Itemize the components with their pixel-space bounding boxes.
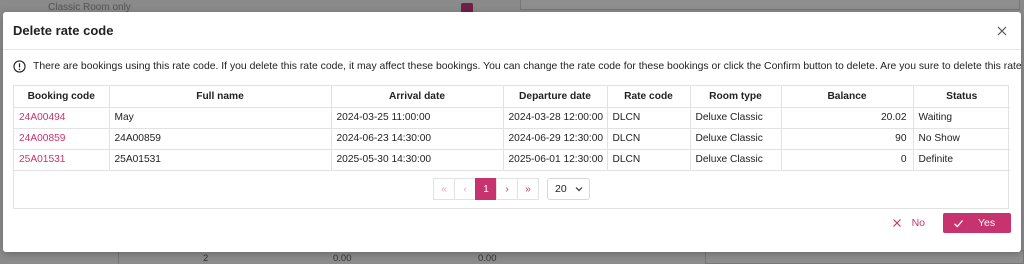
column-header-departure-date[interactable]: Departure date xyxy=(503,86,608,108)
no-button-label: No xyxy=(911,217,925,229)
table-header-row: Booking code Full name Arrival date Depa… xyxy=(14,86,1010,108)
yes-button[interactable]: Yes xyxy=(943,213,1011,233)
pagination-row: « ‹ 1 › » 20 xyxy=(14,170,1010,208)
pagination: « ‹ 1 › » 20 xyxy=(19,171,1005,208)
status-cell: Definite xyxy=(913,149,1010,171)
background-right-box xyxy=(705,250,1024,264)
departure-date-cell: 2024-03-28 12:00:00 xyxy=(503,107,608,129)
background-cell-amount: 0.00 xyxy=(333,253,352,264)
column-header-room-type[interactable]: Room type xyxy=(690,86,782,108)
balance-cell: 0 xyxy=(781,149,914,171)
table-row[interactable]: 24A00859 24A00859 2024-06-23 14:30:00 20… xyxy=(14,128,1010,150)
background-cell-count: 2 xyxy=(203,253,209,264)
background-cell-amount: 0.00 xyxy=(478,253,497,264)
page-size-value: 20 xyxy=(555,183,567,195)
page-size-select[interactable]: 20 xyxy=(547,178,590,200)
status-cell: Waiting xyxy=(913,107,1010,129)
table-row[interactable]: 25A01531 25A01531 2025-05-30 14:30:00 20… xyxy=(14,149,1010,171)
column-header-balance[interactable]: Balance xyxy=(781,86,914,108)
column-header-arrival-date[interactable]: Arrival date xyxy=(331,86,504,108)
dialog-title: Delete rate code xyxy=(13,23,114,38)
next-page-button[interactable]: › xyxy=(496,178,518,200)
column-header-status[interactable]: Status xyxy=(913,86,1010,108)
delete-rate-code-dialog: Delete rate code There are bookings usin… xyxy=(3,12,1024,252)
arrival-date-cell: 2024-06-23 14:30:00 xyxy=(331,128,504,150)
previous-page-button[interactable]: ‹ xyxy=(454,178,476,200)
bookings-table: Booking code Full name Arrival date Depa… xyxy=(13,85,1010,209)
booking-code-link[interactable]: 24A00859 xyxy=(14,128,110,150)
yes-button-label: Yes xyxy=(978,217,996,229)
departure-date-cell: 2024-06-29 12:30:00 xyxy=(503,128,608,150)
full-name-cell: May xyxy=(109,107,332,129)
status-cell: No Show xyxy=(913,128,1010,150)
last-page-button[interactable]: » xyxy=(517,178,539,200)
departure-date-cell: 2025-06-01 12:30:00 xyxy=(503,149,608,171)
full-name-cell: 25A01531 xyxy=(109,149,332,171)
column-header-full-name[interactable]: Full name xyxy=(109,86,332,108)
room-type-cell: Deluxe Classic xyxy=(690,128,782,150)
close-button[interactable] xyxy=(995,24,1009,38)
first-page-button[interactable]: « xyxy=(433,178,455,200)
close-icon xyxy=(997,26,1007,36)
check-icon xyxy=(954,219,963,227)
balance-cell: 20.02 xyxy=(781,107,914,129)
exclamation-circle-icon xyxy=(13,59,26,73)
no-button[interactable]: No xyxy=(881,213,935,233)
warning-text: There are bookings using this rate code.… xyxy=(33,60,1024,72)
warning-message: There are bookings using this rate code.… xyxy=(3,50,1024,82)
booking-code-link[interactable]: 24A00494 xyxy=(14,107,110,129)
room-type-cell: Deluxe Classic xyxy=(690,107,782,129)
balance-cell: 90 xyxy=(781,128,914,150)
background-right-panel xyxy=(520,0,1020,10)
room-type-cell: Deluxe Classic xyxy=(690,149,782,171)
rate-code-cell: DLCN xyxy=(607,107,691,129)
rate-code-cell: DLCN xyxy=(607,128,691,150)
arrival-date-cell: 2025-05-30 14:30:00 xyxy=(331,149,504,171)
dialog-footer: No Yes xyxy=(881,213,1011,233)
booking-code-link[interactable]: 25A01531 xyxy=(14,149,110,171)
arrival-date-cell: 2024-03-25 11:00:00 xyxy=(331,107,504,129)
rate-code-cell: DLCN xyxy=(607,149,691,171)
page-button-current[interactable]: 1 xyxy=(475,178,497,200)
column-header-booking-code[interactable]: Booking code xyxy=(14,86,110,108)
dialog-header: Delete rate code xyxy=(3,12,1021,50)
column-header-rate-code[interactable]: Rate code xyxy=(607,86,691,108)
chevron-down-icon xyxy=(575,187,583,192)
full-name-cell: 24A00859 xyxy=(109,128,332,150)
close-icon xyxy=(892,219,901,227)
table-row[interactable]: 24A00494 May 2024-03-25 11:00:00 2024-03… xyxy=(14,107,1010,129)
